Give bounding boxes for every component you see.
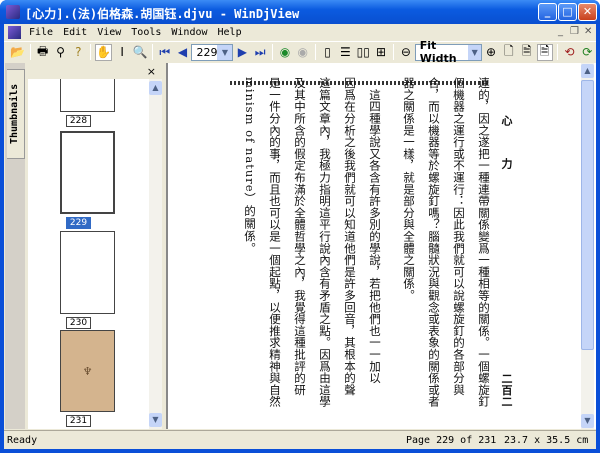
- select-tool-icon[interactable]: I: [114, 44, 130, 61]
- app-window: [心力].(法)伯格森.胡国钰.djvu - WinDjView _ □ ✕ F…: [0, 0, 600, 453]
- menu-tools[interactable]: Tools: [129, 27, 163, 38]
- zoom-out-icon[interactable]: ⊖: [398, 44, 414, 61]
- text-column: minism of nature）的關係。: [243, 77, 257, 256]
- prev-page-icon[interactable]: ◀: [175, 44, 191, 61]
- text-column: 因爲在分析之後我們就可以知道他們是許多回音，其根本的聲: [343, 77, 357, 396]
- scroll-thumb[interactable]: [581, 80, 594, 350]
- mdi-close-button[interactable]: ✕: [584, 26, 592, 37]
- text-column: 個機器之運行或不運行：因此我們就可以說螺旋釘的各部分與: [452, 77, 466, 396]
- thumbnails-panel: Thumbnails × 228 229 230 ♆ 231 ▲ ▼: [5, 63, 162, 429]
- text-column: 器之關係是一樣，就是部分與全體之關係。: [402, 77, 416, 302]
- thumbnail-230[interactable]: [60, 231, 115, 314]
- toolbar: 📂 🖶 ⚲ ? ✋ I 🔍 ⏮ ◀ 229 ▼ ▶ ⏭ ◉ ◉ ▯ ☰ ▯▯ ⊞ …: [4, 39, 596, 65]
- rotate-right-icon[interactable]: ⟳: [579, 44, 595, 61]
- text-column: 及其中所含的假定布滿於全體哲學之內，我覺得這種批評的研: [293, 77, 307, 396]
- status-page-size: 23.7 x 35.5 cm: [504, 435, 589, 446]
- menu-help[interactable]: Help: [216, 27, 244, 38]
- page-number: 二百二: [500, 373, 513, 407]
- text-column: 這篇文章內，我極力指明這平行說內含有矛盾之點。因爲由這學: [318, 77, 332, 408]
- continuous-facing-icon[interactable]: ⊞: [373, 44, 389, 61]
- chevron-down-icon[interactable]: ▼: [468, 44, 482, 60]
- title-bar: [心力].(法)伯格森.胡国钰.djvu - WinDjView _ □ ✕: [0, 0, 600, 24]
- menu-edit[interactable]: Edit: [61, 27, 89, 38]
- page-combo[interactable]: 229 ▼: [191, 43, 234, 61]
- close-panel-icon[interactable]: ×: [147, 65, 156, 78]
- find-icon[interactable]: ⚲: [53, 44, 69, 61]
- mdi-restore-button[interactable]: ❐: [570, 26, 579, 37]
- rotate-left-icon[interactable]: ⟲: [562, 44, 578, 61]
- back-icon[interactable]: ◉: [277, 44, 293, 61]
- last-page-icon[interactable]: ⏭: [252, 44, 268, 61]
- mdi-minimize-button[interactable]: _: [558, 26, 563, 37]
- status-text: Ready: [7, 435, 38, 446]
- continuous-icon[interactable]: ☰: [338, 44, 354, 61]
- scroll-down-icon[interactable]: ▼: [581, 414, 594, 428]
- scroll-down-icon[interactable]: ▼: [149, 413, 162, 427]
- document-view[interactable]: 心 力 二百二 連的，因之遂把一種連帶關係變爲一種相等的關係。一個螺旋釘 個機器…: [166, 63, 596, 429]
- page-value: 229: [196, 45, 218, 59]
- tab-thumbnails[interactable]: Thumbnails: [7, 69, 25, 159]
- fit-page-icon[interactable]: 🗎: [519, 44, 535, 61]
- maximize-button[interactable]: □: [558, 3, 577, 21]
- thumbnail-label: 230: [66, 317, 91, 329]
- page-header: 心 力: [500, 115, 513, 183]
- open-icon[interactable]: 📂: [10, 44, 26, 61]
- thumbnail-label: 229: [66, 217, 91, 229]
- text-column: 是一件分內的事，而且也可以是一個起點，以便推求精神與自然: [268, 77, 282, 408]
- status-bar: Ready Page 229 of 231 23.7 x 35.5 cm: [4, 430, 596, 449]
- scroll-up-icon[interactable]: ▲: [149, 81, 162, 95]
- thumbnail-label: 231: [66, 415, 91, 427]
- facing-icon[interactable]: ▯▯: [355, 44, 371, 61]
- menu-file[interactable]: File: [27, 27, 55, 38]
- zoom-combo[interactable]: Fit Width ▼: [414, 39, 483, 65]
- doc-icon: [8, 26, 21, 39]
- help-icon[interactable]: ?: [70, 44, 86, 61]
- menu-window[interactable]: Window: [169, 27, 209, 38]
- single-page-icon[interactable]: ▯: [320, 44, 336, 61]
- status-page: Page 229 of 231: [406, 435, 497, 446]
- actual-size-icon[interactable]: 🗋: [501, 44, 517, 61]
- menu-bar: File Edit View Tools Window Help _ ❐ ✕: [4, 24, 596, 41]
- minimize-button[interactable]: _: [538, 3, 557, 21]
- first-page-icon[interactable]: ⏮: [157, 44, 173, 61]
- document-scrollbar[interactable]: ▲ ▼: [581, 63, 594, 429]
- scroll-up-icon[interactable]: ▲: [581, 64, 594, 78]
- text-column: 合，而以機器等於螺旋釘嗎？腦髓狀況與觀念或表象的關係或者: [427, 77, 441, 408]
- app-icon: [6, 5, 20, 19]
- print-icon[interactable]: 🖶: [35, 44, 51, 61]
- window-title: [心力].(法)伯格森.胡国钰.djvu - WinDjView: [25, 7, 300, 21]
- text-column: 連的，因之遂把一種連帶關係變爲一種相等的關係。一個螺旋釘: [477, 77, 491, 408]
- zoom-value: Fit Width: [419, 39, 457, 65]
- thumbnail-list: 228 229 230 ♆ 231: [28, 79, 149, 429]
- close-button[interactable]: ✕: [578, 3, 597, 21]
- zoom-tool-icon[interactable]: 🔍: [132, 44, 148, 61]
- thumbnail-scrollbar[interactable]: ▲ ▼: [149, 79, 162, 429]
- thumbnail-229[interactable]: [60, 131, 115, 214]
- next-page-icon[interactable]: ▶: [234, 44, 250, 61]
- menu-view[interactable]: View: [95, 27, 123, 38]
- chevron-down-icon[interactable]: ▼: [217, 44, 233, 60]
- text-column: 這四種學說又各含有許多別的學說，若把他們也一一加以: [368, 77, 382, 384]
- thumbnail-228[interactable]: [60, 79, 115, 112]
- fit-width-icon[interactable]: 🗎: [536, 43, 553, 61]
- zoom-in-icon[interactable]: ⊕: [483, 44, 499, 61]
- hand-tool-icon[interactable]: ✋: [95, 43, 113, 61]
- thumbnail-231[interactable]: ♆: [60, 330, 115, 412]
- thumbnail-label: 228: [66, 115, 91, 127]
- forward-icon[interactable]: ◉: [295, 44, 311, 61]
